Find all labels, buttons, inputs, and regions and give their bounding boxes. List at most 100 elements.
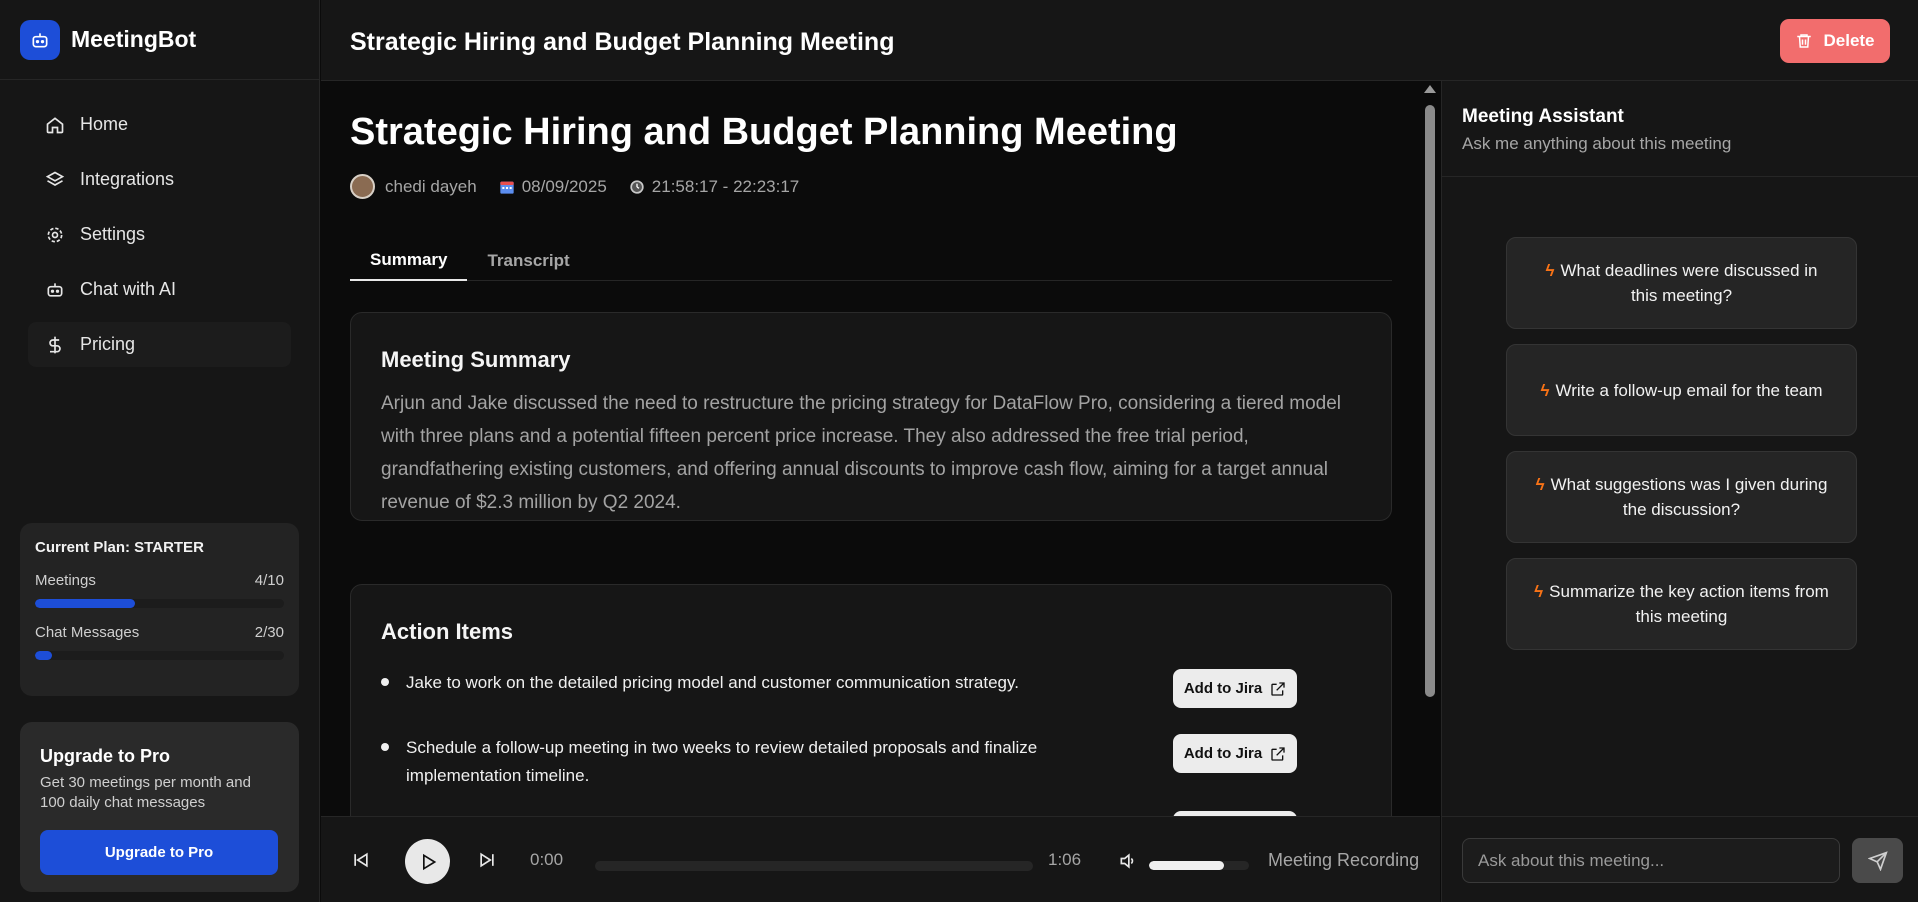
add-to-jira-button[interactable]: Add to Jira bbox=[1173, 669, 1297, 708]
sidebar-item-integrations[interactable]: Integrations bbox=[28, 157, 291, 202]
bullet-icon bbox=[381, 743, 389, 751]
upgrade-button[interactable]: Upgrade to Pro bbox=[40, 830, 278, 875]
meetings-label: Meetings bbox=[35, 572, 96, 589]
sidebar-nav: Home Integrations Settings Chat with AI … bbox=[0, 80, 319, 367]
app-name: MeetingBot bbox=[71, 26, 197, 52]
date-text: 08/09/2025 bbox=[521, 176, 607, 196]
page-header: Strategic Hiring and Budget Planning Mee… bbox=[321, 0, 1918, 81]
skip-back-icon bbox=[354, 852, 368, 868]
sidebar-item-label: Home bbox=[80, 114, 129, 134]
chat-progress-bar bbox=[35, 651, 284, 660]
meetings-progress-bar bbox=[35, 599, 284, 608]
home-icon bbox=[44, 114, 66, 136]
upgrade-title: Upgrade to Pro bbox=[40, 746, 171, 766]
add-to-jira-button[interactable]: Add to Jira bbox=[1173, 734, 1297, 773]
calendar-icon bbox=[499, 179, 515, 195]
bot-icon bbox=[20, 19, 60, 60]
playback-progress-bar[interactable] bbox=[595, 861, 1033, 871]
trash-icon bbox=[1797, 34, 1812, 48]
meeting-author: chedi dayeh bbox=[350, 174, 477, 199]
content-tabs: Summary Transcript bbox=[350, 241, 1392, 281]
plan-title: Current Plan: STARTER bbox=[35, 539, 204, 556]
volume-fill bbox=[1149, 861, 1224, 870]
sidebar-item-pricing[interactable]: Pricing bbox=[28, 322, 291, 367]
bolt-icon: ϟ bbox=[1540, 380, 1550, 400]
chat-input[interactable] bbox=[1462, 838, 1840, 883]
recording-label: Meeting Recording bbox=[1268, 850, 1420, 870]
volume-icon bbox=[1120, 853, 1134, 869]
action-item-text: Schedule a follow-up meeting in two week… bbox=[406, 738, 1038, 785]
suggestion-button[interactable]: ϟ What suggestions was I given during the… bbox=[1506, 451, 1857, 543]
add-to-jira-label: Add to Jira bbox=[1183, 680, 1263, 697]
assistant-title: Meeting Assistant bbox=[1462, 106, 1624, 127]
meeting-time: 21:58:17 - 22:23:17 bbox=[629, 177, 799, 197]
action-items-card: Action Items Jake to work on the detaile… bbox=[350, 584, 1392, 816]
volume-button[interactable] bbox=[1118, 851, 1138, 871]
meeting-meta: chedi dayeh 08/09/2025 21:58:17 - 22:23:… bbox=[350, 174, 821, 199]
delete-button[interactable]: Delete bbox=[1780, 19, 1890, 63]
chat-messages-count: 2/30 bbox=[254, 624, 284, 641]
page-title: Strategic Hiring and Budget Planning Mee… bbox=[350, 28, 895, 56]
plan-usage-card: Current Plan: STARTER Meetings 4/10 Chat… bbox=[20, 523, 299, 696]
current-time: 0:00 bbox=[530, 850, 564, 869]
tab-transcript[interactable]: Transcript bbox=[467, 241, 589, 281]
external-link-icon bbox=[1271, 681, 1285, 696]
sidebar-item-chat-with-ai[interactable]: Chat with AI bbox=[28, 267, 291, 312]
skip-forward-button[interactable] bbox=[477, 850, 497, 870]
delete-label: Delete bbox=[1823, 31, 1875, 50]
suggestion-text: What deadlines were discussed in this me… bbox=[1560, 261, 1818, 305]
meeting-date: 08/09/2025 bbox=[499, 177, 607, 197]
send-button[interactable] bbox=[1852, 838, 1903, 883]
skip-forward-icon bbox=[480, 852, 494, 868]
dollar-icon bbox=[44, 334, 66, 356]
sidebar-item-settings[interactable]: Settings bbox=[28, 212, 291, 257]
meetings-progress-fill bbox=[35, 599, 135, 608]
upgrade-description: Get 30 meetings per month and 100 daily … bbox=[40, 774, 251, 811]
gear-icon bbox=[44, 224, 66, 246]
avatar bbox=[350, 174, 375, 199]
sidebar-item-label: Chat with AI bbox=[80, 279, 177, 299]
bolt-icon: ϟ bbox=[1535, 475, 1545, 494]
send-icon bbox=[1867, 850, 1888, 871]
suggestion-button[interactable]: ϟ Summarize the key action items from thi… bbox=[1506, 558, 1857, 650]
suggestion-text: What suggestions was I given during the … bbox=[1550, 475, 1828, 519]
main-content: Strategic Hiring and Budget Planning Mee… bbox=[321, 81, 1440, 816]
scroll-up-icon[interactable] bbox=[1424, 85, 1436, 93]
chat-messages-label: Chat Messages bbox=[35, 624, 140, 641]
suggestion-text: Summarize the key action items from this… bbox=[1549, 582, 1829, 626]
summary-title: Meeting Summary bbox=[381, 347, 571, 372]
sidebar: MeetingBot Home Integrations Settings Ch… bbox=[0, 0, 320, 902]
main-scrollbar[interactable] bbox=[1420, 81, 1439, 816]
assistant-subtitle: Ask me anything about this meeting bbox=[1462, 134, 1732, 153]
sidebar-item-label: Settings bbox=[80, 224, 146, 244]
sidebar-item-label: Pricing bbox=[80, 334, 136, 354]
bolt-icon: ϟ bbox=[1534, 582, 1544, 601]
audio-player: 0:00 1:06 Meeting Recording bbox=[321, 816, 1440, 902]
upgrade-card: Upgrade to Pro Get 30 meetings per month… bbox=[20, 722, 299, 892]
chat-input-area bbox=[1442, 816, 1918, 902]
bolt-icon: ϟ bbox=[1545, 261, 1555, 280]
external-link-icon bbox=[1271, 746, 1285, 761]
meeting-title: Strategic Hiring and Budget Planning Mee… bbox=[350, 111, 1178, 153]
suggestion-button[interactable]: ϟ Write a follow-up email for the team bbox=[1506, 344, 1857, 436]
layers-icon bbox=[44, 169, 66, 191]
meetings-count: 4/10 bbox=[254, 572, 284, 589]
assistant-panel: Meeting Assistant Ask me anything about … bbox=[1441, 81, 1918, 902]
play-icon bbox=[422, 853, 436, 870]
brand[interactable]: MeetingBot bbox=[0, 0, 319, 80]
action-items-title: Action Items bbox=[381, 619, 514, 644]
tab-summary[interactable]: Summary bbox=[350, 241, 468, 281]
sidebar-item-home[interactable]: Home bbox=[28, 102, 291, 147]
volume-slider[interactable] bbox=[1149, 861, 1249, 870]
scroll-thumb[interactable] bbox=[1425, 105, 1435, 697]
add-to-jira-label: Add to Jira bbox=[1183, 745, 1263, 762]
clock-icon bbox=[629, 179, 645, 195]
play-button[interactable] bbox=[405, 839, 450, 884]
summary-card: Meeting Summary Arjun and Jake discussed… bbox=[350, 312, 1392, 521]
chat-progress-fill bbox=[35, 651, 52, 660]
action-item-text: Jake to work on the detailed pricing mod… bbox=[406, 673, 1019, 692]
assistant-header: Meeting Assistant Ask me anything about … bbox=[1442, 81, 1918, 177]
suggestion-button[interactable]: ϟ What deadlines were discussed in this m… bbox=[1506, 237, 1857, 329]
skip-back-button[interactable] bbox=[351, 850, 371, 870]
bullet-icon bbox=[381, 678, 389, 686]
